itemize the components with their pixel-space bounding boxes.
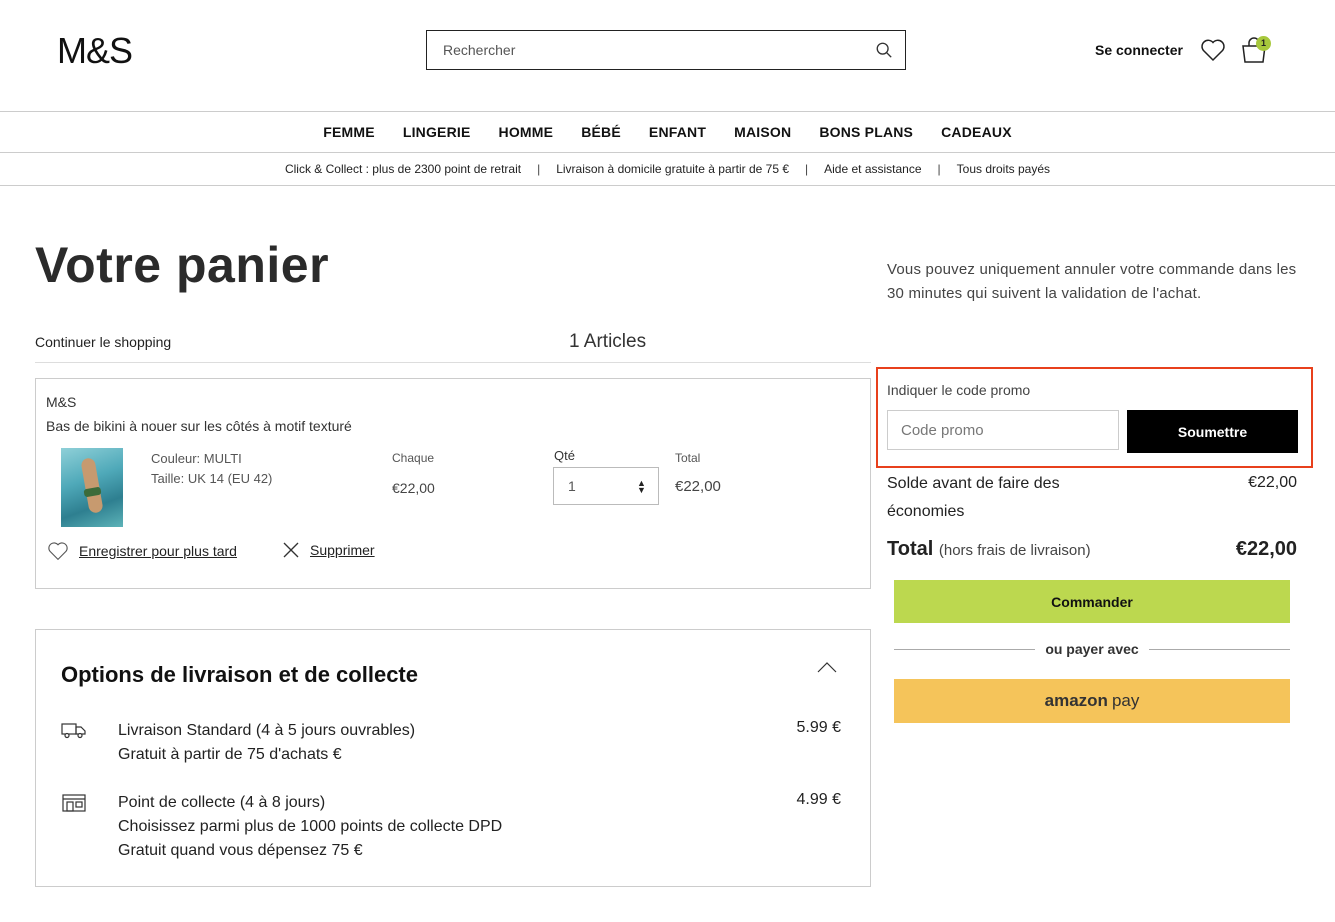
search-bar bbox=[426, 30, 906, 70]
order-total-value: €22,00 bbox=[1235, 538, 1297, 560]
amazon-logo-text: amazon bbox=[1044, 691, 1108, 710]
separator: | bbox=[537, 162, 541, 176]
heart-icon bbox=[48, 542, 68, 561]
option-detail: Choisissez parmi plus de 1000 points de … bbox=[118, 818, 503, 835]
bag-count-badge: 1 bbox=[1256, 36, 1271, 51]
search-input[interactable] bbox=[443, 42, 875, 58]
or-pay-divider: ou payer avec bbox=[894, 641, 1291, 657]
option-detail: Gratuit à partir de 75 d'achats € bbox=[118, 746, 342, 763]
remove-button[interactable]: Supprimer bbox=[282, 541, 375, 559]
chevron-up-icon[interactable] bbox=[816, 660, 838, 674]
qty-label: Qté bbox=[554, 448, 575, 463]
nav-lingerie[interactable]: LINGERIE bbox=[403, 124, 471, 140]
nav-maison[interactable]: MAISON bbox=[734, 124, 791, 140]
promo-code-input[interactable] bbox=[887, 410, 1119, 450]
nav-homme[interactable]: HOMME bbox=[499, 124, 554, 140]
amazon-pay-text: pay bbox=[1111, 691, 1140, 710]
option-title: Livraison Standard (4 à 5 jours ouvrable… bbox=[118, 722, 416, 739]
each-price: €22,00 bbox=[392, 480, 435, 496]
delivery-options: Options de livraison et de collecte Livr… bbox=[35, 629, 871, 887]
truck-icon bbox=[61, 723, 86, 739]
page-title: Votre panier bbox=[35, 237, 330, 293]
remove-label: Supprimer bbox=[310, 542, 375, 558]
option-price: 4.99 € bbox=[796, 791, 841, 808]
close-icon bbox=[283, 542, 299, 558]
nav-bons-plans[interactable]: BONS PLANS bbox=[819, 124, 913, 140]
cancel-note: Vous pouvez uniquement annuler votre com… bbox=[887, 261, 1297, 302]
search-icon[interactable] bbox=[875, 41, 893, 59]
store-icon bbox=[62, 794, 86, 812]
info-duties-paid[interactable]: Tous droits payés bbox=[957, 162, 1050, 176]
nav-cadeaux[interactable]: CADEAUX bbox=[941, 124, 1012, 140]
item-brand: M&S bbox=[46, 394, 77, 410]
total-title: Total bbox=[887, 538, 934, 560]
product-thumbnail[interactable] bbox=[61, 448, 123, 527]
save-for-later-button[interactable]: Enregistrer pour plus tard bbox=[47, 541, 237, 561]
article-count: 1 Articles bbox=[569, 331, 647, 352]
quantity-select[interactable]: 1 bbox=[553, 467, 659, 505]
info-free-delivery[interactable]: Livraison à domicile gratuite à partir d… bbox=[556, 162, 789, 176]
checkout-button[interactable]: Commander bbox=[894, 580, 1290, 623]
item-total: €22,00 bbox=[675, 478, 721, 495]
subtotal-value: €22,00 bbox=[1248, 474, 1297, 491]
order-total-label: Total (hors frais de livraison) bbox=[887, 538, 1091, 561]
info-click-collect[interactable]: Click & Collect : plus de 2300 point de … bbox=[285, 162, 521, 176]
promo-code-section: Indiquer le code promo Soumettre bbox=[876, 367, 1313, 468]
promo-label: Indiquer le code promo bbox=[887, 382, 1031, 398]
signin-link[interactable]: Se connecter bbox=[1095, 42, 1183, 58]
continue-shopping-link[interactable]: Continuer le shopping bbox=[35, 334, 171, 350]
option-detail: Gratuit quand vous dépensez 75 € bbox=[118, 842, 363, 859]
divider bbox=[35, 362, 871, 363]
each-label: Chaque bbox=[392, 451, 435, 465]
nav-bebe[interactable]: BÉBÉ bbox=[581, 124, 621, 140]
item-size: Taille: UK 14 (EU 42) bbox=[151, 471, 273, 486]
info-bar: Click & Collect : plus de 2300 point de … bbox=[0, 153, 1335, 186]
wishlist-heart-icon[interactable] bbox=[1200, 38, 1226, 62]
main-nav: FEMME LINGERIE HOMME BÉBÉ ENFANT MAISON … bbox=[0, 111, 1335, 153]
option-price: 5.99 € bbox=[796, 719, 841, 736]
save-for-later-label: Enregistrer pour plus tard bbox=[79, 543, 237, 559]
item-name[interactable]: Bas de bikini à nouer sur les côtés à mo… bbox=[46, 418, 352, 434]
total-subtitle: (hors frais de livraison) bbox=[938, 542, 1091, 559]
option-title: Point de collecte (4 à 8 jours) bbox=[118, 794, 326, 811]
or-pay-label: ou payer avec bbox=[1045, 641, 1139, 657]
ms-logo[interactable]: M&S bbox=[57, 30, 133, 72]
delivery-title: Options de livraison et de collecte bbox=[61, 662, 418, 687]
separator: | bbox=[937, 162, 941, 176]
info-help[interactable]: Aide et assistance bbox=[824, 162, 921, 176]
nav-femme[interactable]: FEMME bbox=[323, 124, 375, 140]
nav-enfant[interactable]: ENFANT bbox=[649, 124, 706, 140]
submit-promo-button[interactable]: Soumettre bbox=[1127, 410, 1298, 453]
total-label: Total bbox=[675, 451, 701, 465]
cart-item: M&S Bas de bikini à nouer sur les côtés … bbox=[35, 378, 871, 589]
separator: | bbox=[805, 162, 809, 176]
subtotal-label: Solde avant de faire des économies bbox=[887, 475, 1060, 520]
amazon-pay-button[interactable]: amazon pay bbox=[894, 679, 1290, 723]
item-color: Couleur: MULTI bbox=[151, 451, 242, 466]
